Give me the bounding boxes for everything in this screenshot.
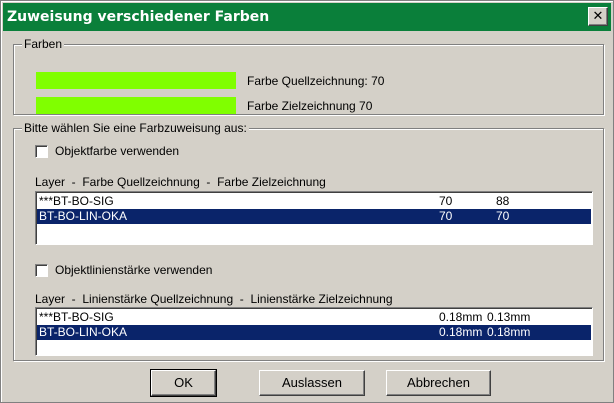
ok-button[interactable]: OK xyxy=(150,369,217,397)
object-color-checkbox-label: Objektfarbe verwenden xyxy=(55,144,180,158)
list-item[interactable]: ***BT-BO-SIG 70 88 xyxy=(37,194,591,209)
lineweight-list-header: Layer - Linienstärke Quellzeichnung - Li… xyxy=(35,292,393,306)
source-value: 70 xyxy=(439,194,453,208)
source-color-swatch xyxy=(36,72,236,89)
source-value: 70 xyxy=(439,209,453,223)
title-bar[interactable]: Zuweisung verschiedener Farben ✕ xyxy=(3,3,611,31)
skip-button-label: Auslassen xyxy=(282,375,342,390)
colors-group-legend: Farben xyxy=(22,37,65,51)
window-title: Zuweisung verschiedener Farben xyxy=(7,9,270,25)
color-list-header: Layer - Farbe Quellzeichnung - Farbe Zie… xyxy=(35,175,326,189)
cancel-button-label: Abbrechen xyxy=(407,375,470,390)
layer-name: ***BT-BO-SIG xyxy=(39,194,114,208)
cancel-button[interactable]: Abbrechen xyxy=(386,370,491,396)
close-icon: ✕ xyxy=(592,9,604,24)
object-lineweight-checkbox-row[interactable]: Objektlinienstärke verwenden xyxy=(35,263,212,277)
list-item[interactable]: BT-BO-LIN-OKA 70 70 xyxy=(37,209,591,224)
target-value: 88 xyxy=(496,194,510,208)
layer-name: BT-BO-LIN-OKA xyxy=(39,209,128,223)
object-color-checkbox[interactable] xyxy=(35,144,48,158)
dialog-window: Zuweisung verschiedener Farben ✕ Farben … xyxy=(0,0,614,403)
object-lineweight-checkbox[interactable] xyxy=(35,263,48,277)
color-assignment-list[interactable]: ***BT-BO-SIG 70 88 BT-BO-LIN-OKA 70 70 xyxy=(35,191,593,245)
source-value: 0.18mm xyxy=(439,310,483,324)
assignment-group-legend: Bitte wählen Sie eine Farbzuweisung aus: xyxy=(22,121,249,135)
layer-name: BT-BO-LIN-OKA xyxy=(39,325,128,339)
target-value: 70 xyxy=(496,209,510,223)
source-value: 0.18mm xyxy=(439,325,483,339)
colors-group: Farben Farbe Quellzeichnung: 70 Farbe Zi… xyxy=(13,37,604,115)
source-color-label: Farbe Quellzeichnung: 70 xyxy=(247,74,385,88)
skip-button[interactable]: Auslassen xyxy=(259,370,365,396)
ok-button-label: OK xyxy=(174,375,193,390)
target-value: 0.18mm xyxy=(487,325,531,339)
lineweight-assignment-list[interactable]: ***BT-BO-SIG 0.18mm 0.13mm BT-BO-LIN-OKA… xyxy=(35,307,593,356)
object-lineweight-checkbox-label: Objektlinienstärke verwenden xyxy=(55,263,213,277)
assignment-group: Bitte wählen Sie eine Farbzuweisung aus:… xyxy=(13,121,604,361)
list-item[interactable]: ***BT-BO-SIG 0.18mm 0.13mm xyxy=(37,310,591,325)
target-color-swatch xyxy=(36,97,236,114)
layer-name: ***BT-BO-SIG xyxy=(39,310,114,324)
target-color-label: Farbe Zielzeichnung 70 xyxy=(247,99,373,113)
target-value: 0.13mm xyxy=(487,310,531,324)
list-item[interactable]: BT-BO-LIN-OKA 0.18mm 0.18mm xyxy=(37,325,591,340)
object-color-checkbox-row[interactable]: Objektfarbe verwenden xyxy=(35,144,179,158)
close-button[interactable]: ✕ xyxy=(588,7,608,26)
